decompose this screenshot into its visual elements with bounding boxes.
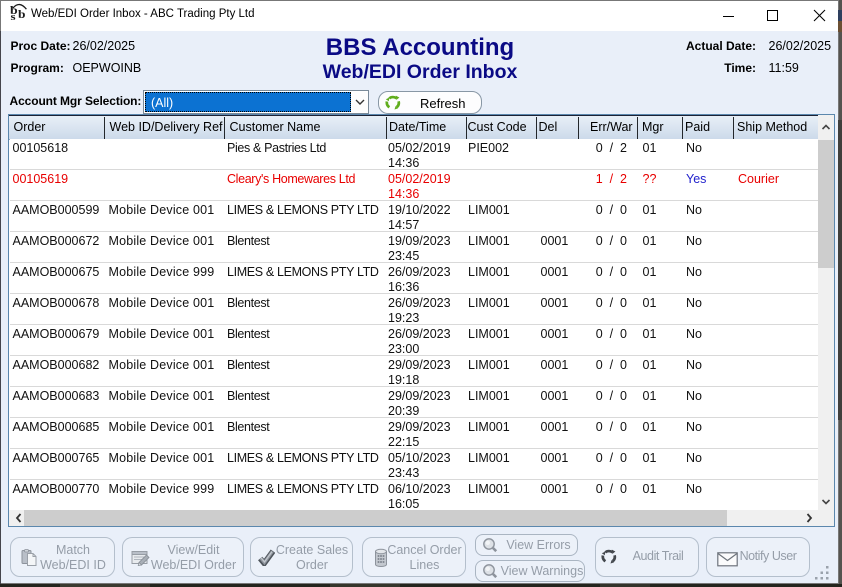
svg-text:s: s xyxy=(11,11,17,22)
svg-text:b: b xyxy=(18,8,25,21)
